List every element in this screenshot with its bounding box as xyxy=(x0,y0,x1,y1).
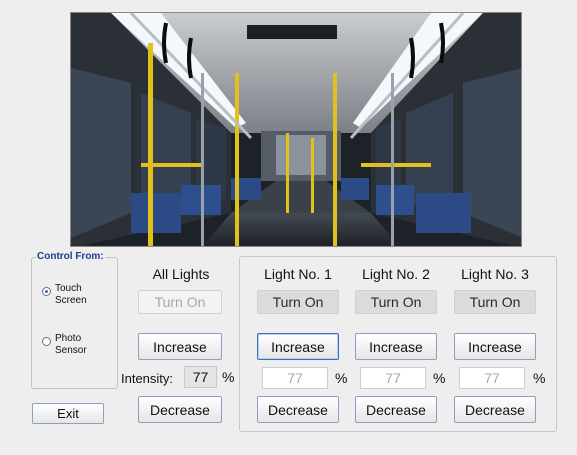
light-1-percent-label: % xyxy=(335,370,348,386)
all-lights-decrease-button[interactable]: Decrease xyxy=(138,396,222,423)
bus-interior-photo xyxy=(70,12,522,247)
light-2-percent-label: % xyxy=(433,370,446,386)
all-lights-increase-button[interactable]: Increase xyxy=(138,333,222,360)
control-from-group: Control From: Touch Screen Photo Sensor xyxy=(31,251,118,389)
photo-sensor-label: Photo Sensor xyxy=(55,333,87,356)
light-1-intensity-field[interactable]: 77 xyxy=(262,367,328,389)
light-1-increase-button[interactable]: Increase xyxy=(257,333,339,360)
light-3-intensity-field[interactable]: 77 xyxy=(459,367,525,389)
light-2-title: Light No. 2 xyxy=(362,266,430,282)
all-lights-intensity-field: 77 xyxy=(184,366,217,388)
light-2-intensity-field[interactable]: 77 xyxy=(360,367,426,389)
light-2-turn-on-button[interactable]: Turn On xyxy=(355,290,437,314)
touch-screen-option[interactable]: Touch Screen xyxy=(42,283,87,307)
control-from-legend: Control From: xyxy=(36,251,105,262)
all-lights-turn-on-button[interactable]: Turn On xyxy=(138,290,222,314)
all-lights-title: All Lights xyxy=(152,266,210,282)
touch-screen-radio[interactable] xyxy=(42,287,51,296)
light-1-title: Light No. 1 xyxy=(264,266,332,282)
exit-button[interactable]: Exit xyxy=(32,403,104,424)
light-2-decrease-button[interactable]: Decrease xyxy=(355,396,437,423)
light-1-turn-on-button[interactable]: Turn On xyxy=(257,290,339,314)
light-3-turn-on-button[interactable]: Turn On xyxy=(454,290,536,314)
bus-interior-image xyxy=(71,13,521,246)
all-lights-percent-label: % xyxy=(222,369,235,385)
light-1-decrease-button[interactable]: Decrease xyxy=(257,396,339,423)
intensity-label: Intensity: xyxy=(121,371,174,386)
touch-screen-label: Touch Screen xyxy=(55,283,87,306)
light-3-percent-label: % xyxy=(533,370,546,386)
photo-sensor-radio[interactable] xyxy=(42,337,51,346)
light-3-increase-button[interactable]: Increase xyxy=(454,333,536,360)
light-2-increase-button[interactable]: Increase xyxy=(355,333,437,360)
photo-sensor-option[interactable]: Photo Sensor xyxy=(42,333,87,357)
light-3-title: Light No. 3 xyxy=(461,266,529,282)
light-3-decrease-button[interactable]: Decrease xyxy=(454,396,536,423)
